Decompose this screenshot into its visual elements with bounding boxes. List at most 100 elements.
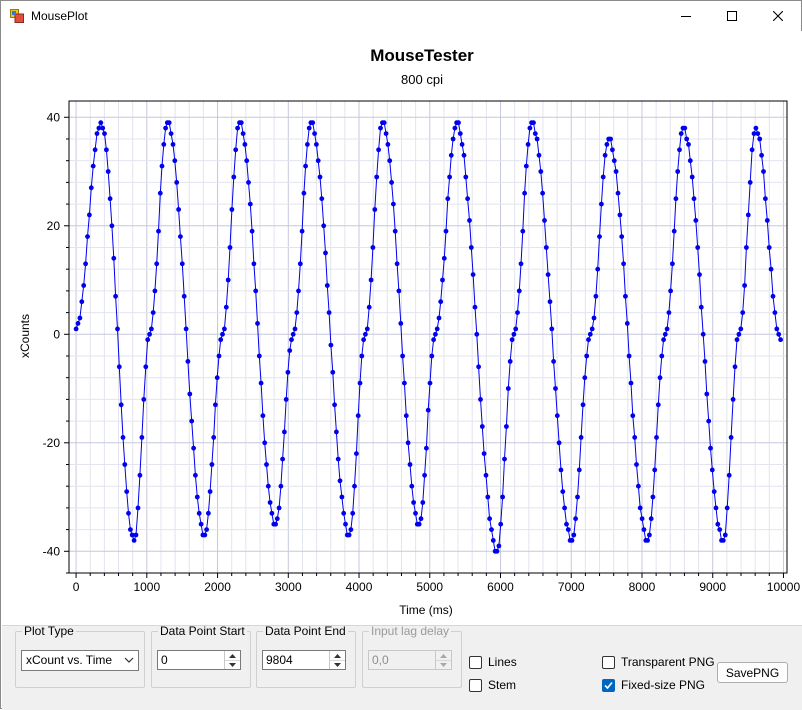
data-point <box>152 288 158 294</box>
x-tick-label: 2000 <box>204 580 231 594</box>
data-point <box>213 402 218 408</box>
y-tick-label: 40 <box>47 110 61 124</box>
data-point <box>154 261 160 267</box>
data-point <box>763 196 768 202</box>
data-point <box>717 527 723 532</box>
app-icon <box>10 9 24 23</box>
data-point <box>73 326 79 332</box>
close-button[interactable] <box>755 1 801 31</box>
data-point <box>661 337 666 343</box>
data-point <box>223 304 229 310</box>
fixed-size-png-checkbox[interactable]: Fixed-size PNG <box>602 678 705 692</box>
data-point <box>650 494 656 500</box>
data-point-end-stepper[interactable] <box>262 650 346 670</box>
data-point <box>686 142 691 147</box>
plot-area[interactable]: 0 1000 2000 3000 4000 5000 6000 7000 8000 9000 100… <box>2 31 802 625</box>
fixed-size-png-checkbox-box[interactable] <box>602 678 615 692</box>
data-point <box>372 207 378 212</box>
data-point <box>403 413 409 419</box>
data-point-end-down-button[interactable] <box>330 660 345 669</box>
data-point <box>494 548 500 554</box>
title-bar[interactable]: MousePlot <box>1 1 801 31</box>
data-point <box>556 440 562 446</box>
data-point <box>772 310 778 315</box>
data-point <box>623 293 628 299</box>
data-point <box>538 169 544 174</box>
data-point <box>438 299 444 305</box>
data-point <box>170 142 176 147</box>
data-point <box>591 315 597 321</box>
data-point <box>476 364 481 370</box>
lines-checkbox[interactable]: Lines <box>469 655 517 669</box>
data-point <box>122 462 128 467</box>
data-point <box>463 174 469 180</box>
data-point <box>405 440 411 446</box>
minimize-button[interactable] <box>663 1 709 31</box>
save-png-button[interactable]: SavePNG <box>717 662 788 683</box>
data-point <box>407 462 413 467</box>
data-point <box>104 147 109 153</box>
data-point <box>564 521 569 527</box>
transparent-png-checkbox-box[interactable] <box>602 655 615 669</box>
data-point <box>547 299 553 305</box>
data-point <box>551 359 556 364</box>
transparent-png-checkbox[interactable]: Transparent PNG <box>602 655 715 669</box>
data-point-start-stepper[interactable] <box>157 650 241 670</box>
data-point <box>374 174 380 180</box>
data-point <box>770 293 776 299</box>
data-point <box>573 516 578 522</box>
data-point <box>776 331 782 337</box>
data-point <box>513 326 519 332</box>
data-point <box>301 190 307 196</box>
data-point <box>315 158 321 164</box>
data-point-start-input[interactable] <box>158 651 226 669</box>
data-point <box>456 120 461 126</box>
data-point <box>599 201 604 207</box>
data-point <box>655 402 661 408</box>
data-point <box>479 424 485 429</box>
data-point <box>92 147 98 153</box>
data-point <box>174 180 180 185</box>
maximize-button[interactable] <box>709 1 755 31</box>
stem-checkbox[interactable]: Stem <box>469 678 516 692</box>
data-point <box>348 527 354 532</box>
data-point <box>265 483 271 489</box>
stem-checkbox-box[interactable] <box>469 678 482 692</box>
data-point <box>755 131 761 136</box>
data-point <box>691 196 697 202</box>
data-point <box>145 337 151 343</box>
data-point <box>427 380 433 386</box>
data-point <box>139 435 145 440</box>
data-point <box>634 462 639 467</box>
data-point <box>597 234 602 240</box>
data-point <box>730 397 736 402</box>
lines-checkbox-box[interactable] <box>469 655 482 669</box>
input-lag-delay-stepper <box>368 650 452 670</box>
data-point <box>520 228 526 234</box>
data-point <box>778 337 783 343</box>
data-point <box>227 245 233 250</box>
data-point-start-down-button[interactable] <box>225 660 240 669</box>
data-point <box>409 483 415 489</box>
data-point <box>299 228 305 234</box>
data-point-end-input[interactable] <box>263 651 331 669</box>
data-point <box>141 397 147 402</box>
data-point <box>317 174 323 180</box>
data-point <box>214 375 220 381</box>
data-point <box>578 435 584 440</box>
data-point <box>424 445 429 451</box>
mouseplot-window: MousePlot 0 1000 2000 3000 4000 5000 6000 7000 8… <box>0 0 802 710</box>
data-point <box>179 261 185 267</box>
plot-type-dropdown[interactable]: xCount vs. Time <box>21 650 139 671</box>
data-point <box>398 321 404 326</box>
mouse-plot-chart[interactable]: 0 1000 2000 3000 4000 5000 6000 7000 8000 9000 100… <box>2 31 802 625</box>
data-point <box>161 142 167 147</box>
data-point <box>523 163 529 169</box>
window-title: MousePlot <box>31 9 88 23</box>
data-point <box>742 283 747 288</box>
data-point <box>504 424 509 429</box>
data-point <box>693 218 699 223</box>
data-point <box>726 472 732 478</box>
data-point <box>289 337 294 343</box>
data-point <box>720 538 726 543</box>
